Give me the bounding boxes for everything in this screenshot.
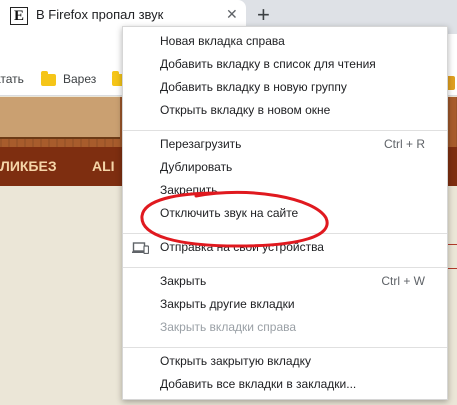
- menu-item-label: Открыть закрытую вкладку: [160, 354, 311, 368]
- menu-item-label: Закрыть: [160, 274, 207, 288]
- menu-item-reopen-closed-tab[interactable]: Открыть закрытую вкладку: [123, 350, 447, 373]
- new-tab-button[interactable]: +: [257, 2, 270, 28]
- menu-item-add-to-new-group[interactable]: Добавить вкладку в новую группу: [123, 76, 447, 99]
- menu-item-label: Закрыть другие вкладки: [160, 297, 295, 311]
- menu-item-close[interactable]: Закрыть Ctrl + W: [123, 270, 447, 293]
- menu-item-label: Отправка на свои устройства: [160, 240, 324, 254]
- menu-item-label: Закрепить: [160, 183, 218, 197]
- menu-item-label: Дублировать: [160, 160, 233, 174]
- menu-item-label: Добавить вкладку в новую группу: [160, 80, 347, 94]
- menu-separator: [123, 130, 447, 131]
- menu-item-label: Открыть вкладку в новом окне: [160, 103, 331, 117]
- tab-context-menu: Новая вкладка справа Добавить вкладку в …: [122, 26, 448, 400]
- site-header-image: [0, 97, 120, 139]
- nav-item-likbez[interactable]: ЛИКБЕЗ: [0, 158, 57, 174]
- devices-icon: [132, 242, 149, 254]
- menu-item-open-in-new-window[interactable]: Открыть вкладку в новом окне: [123, 99, 447, 122]
- nav-item-ali[interactable]: ALI: [92, 158, 115, 174]
- menu-item-reload[interactable]: Перезагрузить Ctrl + R: [123, 133, 447, 156]
- menu-separator: [123, 233, 447, 234]
- bookmark-item[interactable]: атать: [0, 72, 24, 86]
- menu-item-new-tab-right[interactable]: Новая вкладка справа: [123, 30, 447, 53]
- menu-separator: [123, 347, 447, 348]
- tab-title: В Firefox пропал звук: [36, 7, 164, 22]
- menu-item-add-to-reading-list[interactable]: Добавить вкладку в список для чтения: [123, 53, 447, 76]
- menu-separator: [123, 267, 447, 268]
- menu-item-pin[interactable]: Закрепить: [123, 179, 447, 202]
- menu-item-bookmark-all-tabs[interactable]: Добавить все вкладки в закладки...: [123, 373, 447, 396]
- menu-item-label: Закрыть вкладки справа: [160, 320, 297, 334]
- menu-item-label: Добавить вкладку в список для чтения: [160, 57, 376, 71]
- menu-item-label: Перезагрузить: [160, 137, 242, 151]
- menu-item-shortcut: Ctrl + W: [381, 274, 425, 288]
- menu-item-label: Новая вкладка справа: [160, 34, 285, 48]
- menu-item-mute-site[interactable]: Отключить звук на сайте: [123, 202, 447, 225]
- menu-item-send-to-devices[interactable]: Отправка на свои устройства: [123, 236, 447, 259]
- bookmark-folder[interactable]: Варез: [63, 72, 96, 86]
- menu-item-shortcut: Ctrl + R: [383, 137, 425, 151]
- menu-item-label: Отключить звук на сайте: [160, 206, 299, 220]
- menu-item-close-tabs-right: Закрыть вкладки справа: [123, 316, 447, 339]
- folder-icon: [41, 71, 56, 86]
- menu-item-close-other-tabs[interactable]: Закрыть другие вкладки: [123, 293, 447, 316]
- menu-item-duplicate[interactable]: Дублировать: [123, 156, 447, 179]
- menu-item-label: Добавить все вкладки в закладки...: [160, 377, 357, 391]
- tab-close-icon[interactable]: ✕: [226, 6, 238, 23]
- site-favicon-icon: E: [10, 7, 28, 25]
